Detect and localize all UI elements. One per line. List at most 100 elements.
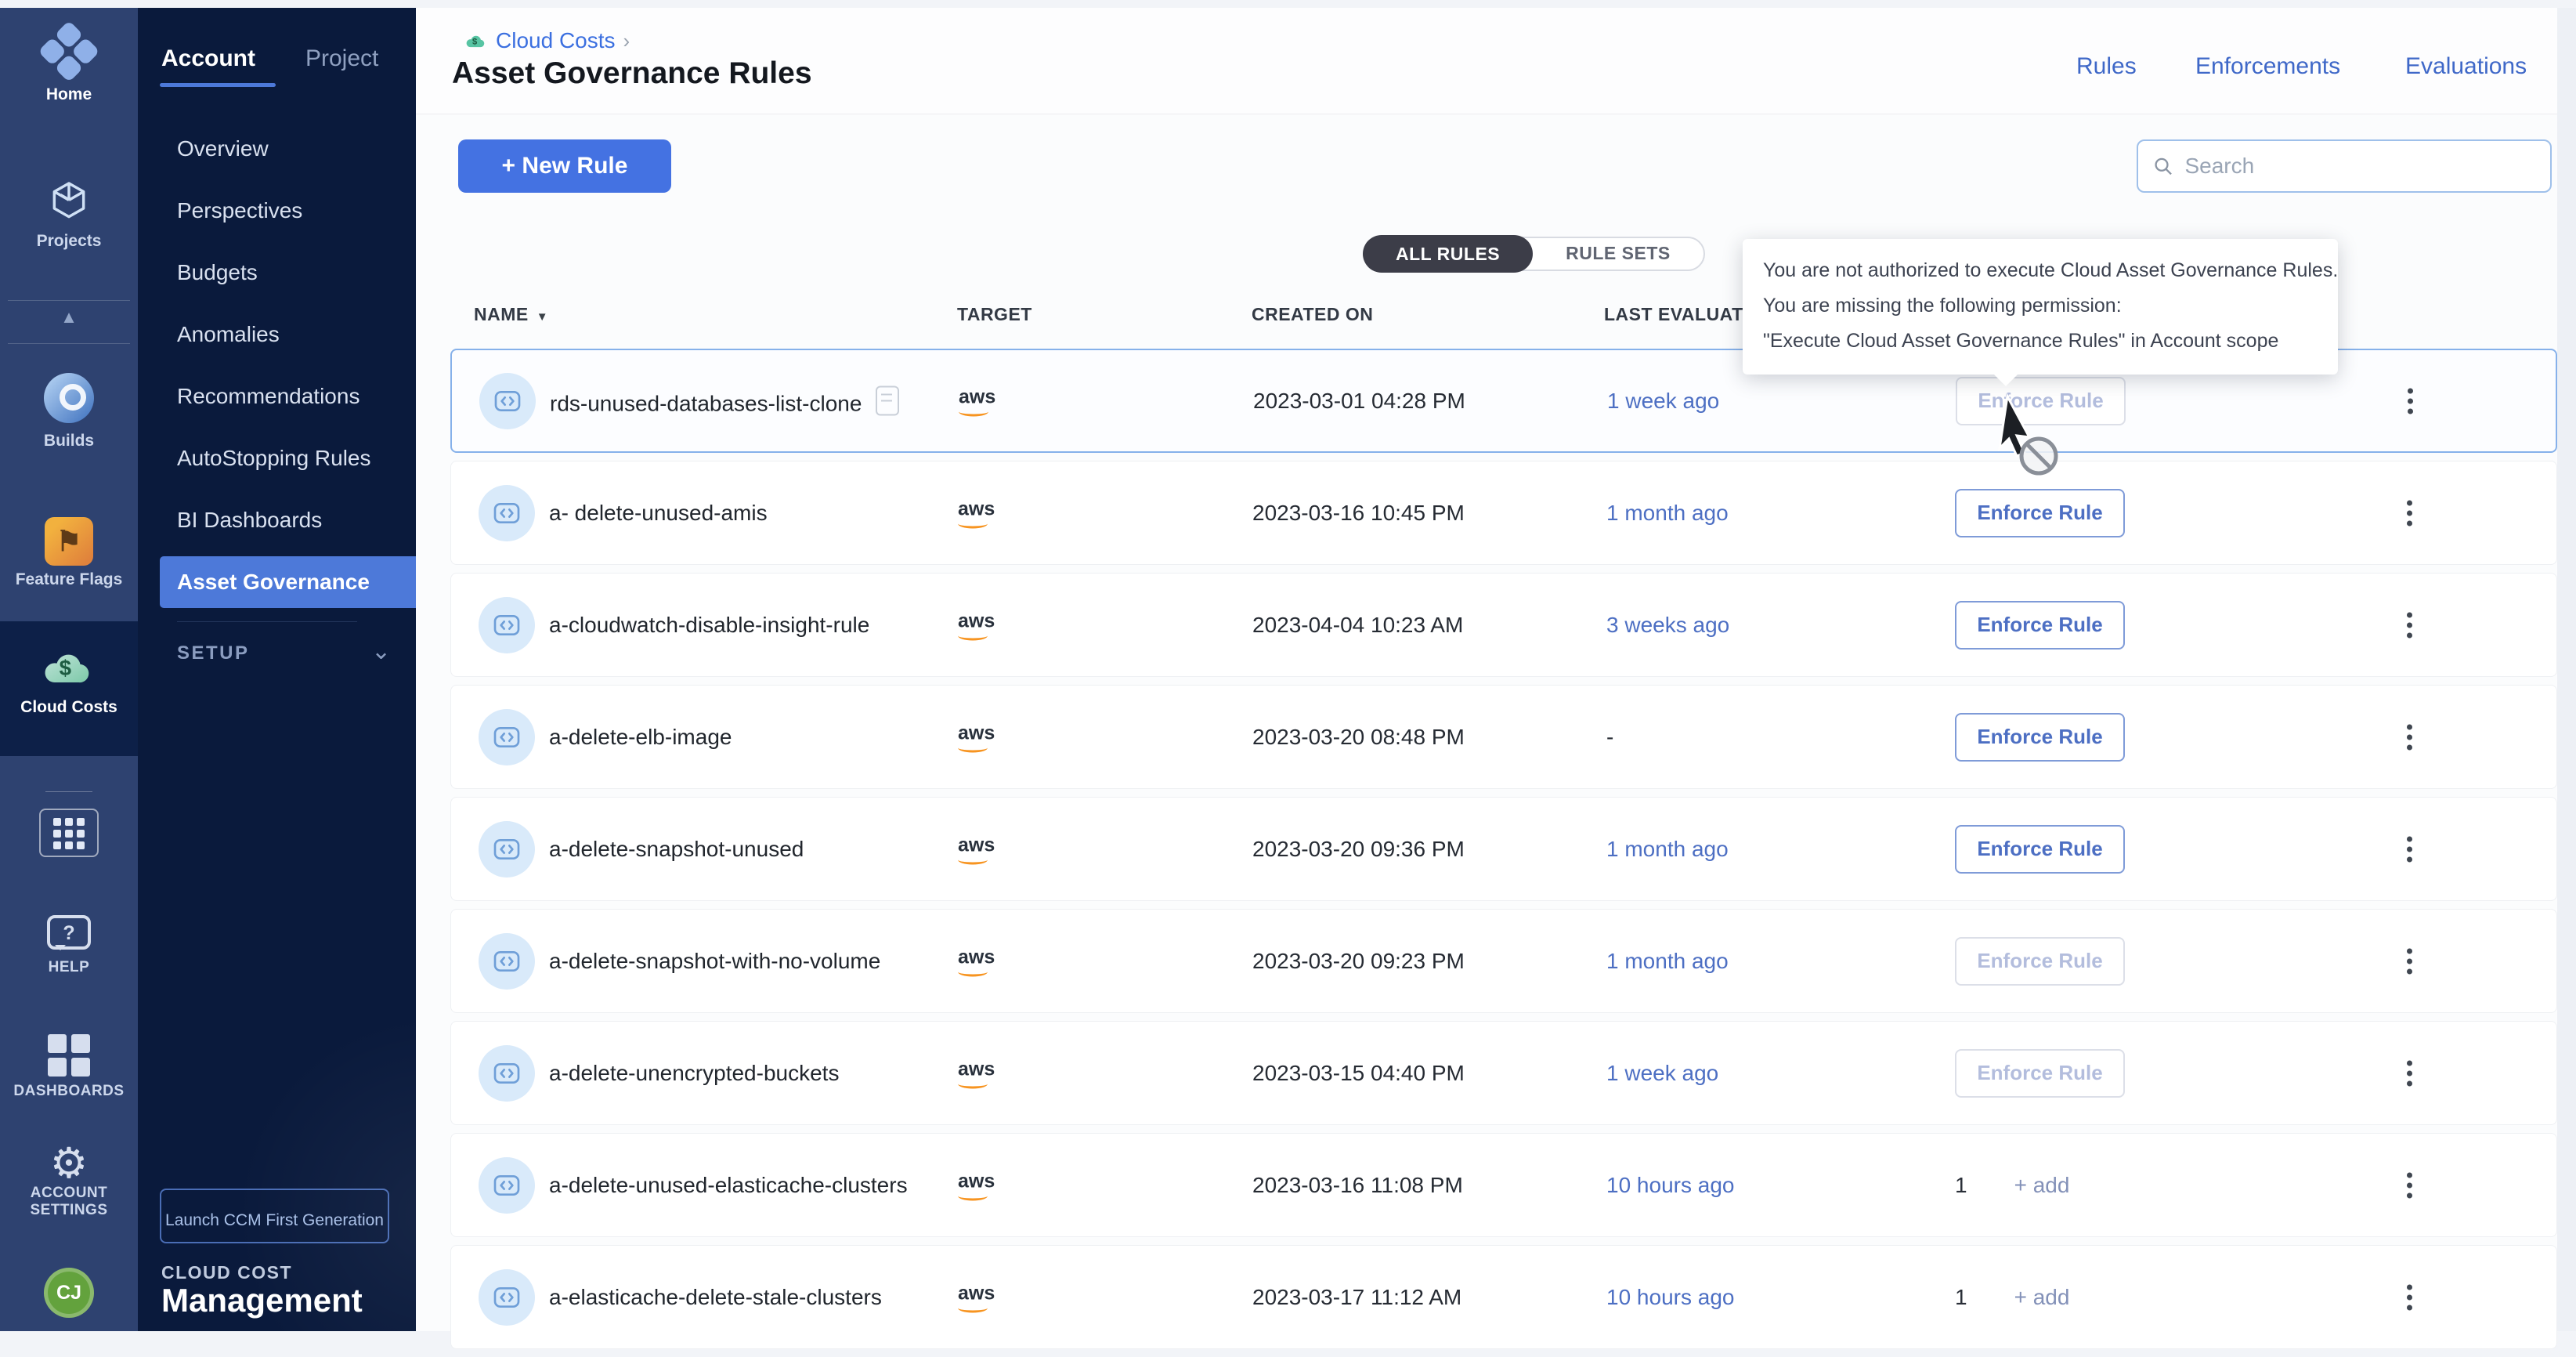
table-row[interactable]: a-delete-snapshot-unused aws 2023-03-20 … [450, 797, 2557, 901]
sidebar-item-label: HELP [0, 959, 138, 976]
tooltip-line: You are not authorized to execute Cloud … [1763, 253, 2318, 288]
flag-icon: ⚑ [45, 517, 93, 566]
add-enforcement-link[interactable]: + add [2014, 1173, 2070, 1198]
header-link-evaluations[interactable]: Evaluations [2405, 53, 2527, 80]
breadcrumb-link[interactable]: Cloud Costs [496, 28, 616, 53]
svg-text:$: $ [60, 656, 72, 680]
tab-project[interactable]: Project [305, 45, 378, 72]
sidebar-item-dashboards[interactable]: DASHBOARDS [0, 1034, 138, 1100]
main-content: $ Cloud Costs › Asset Governance Rules R… [416, 8, 2557, 1331]
sidebar-item-help[interactable]: ? HELP [0, 915, 138, 976]
svg-text:$: $ [472, 38, 478, 47]
enforcement-count-cell: 1 + add [1955, 1285, 2069, 1310]
avatar: CJ [44, 1268, 94, 1318]
table-row[interactable]: a-elasticache-delete-stale-clusters aws … [450, 1245, 2557, 1349]
enforce-rule-button[interactable]: Enforce Rule [1955, 713, 2125, 762]
row-menu-button[interactable] [2394, 607, 2425, 642]
column-header-name[interactable]: NAME▼ [474, 304, 548, 325]
sidebar-item-cloud-costs[interactable]: $ Cloud Costs [0, 644, 138, 717]
last-evaluation-link[interactable]: 1 week ago [1606, 1061, 1718, 1086]
sidebar-item-builds[interactable]: Builds [0, 373, 138, 451]
rule-name: a-delete-elb-image [549, 725, 732, 750]
sidebar-item-label: Feature Flags [0, 570, 138, 589]
enforce-rule-button[interactable]: Enforce Rule [1955, 601, 2125, 650]
breadcrumb[interactable]: $ Cloud Costs › [464, 28, 630, 53]
sidebar-item-feature-flags[interactable]: ⚑ Feature Flags [0, 517, 138, 589]
nav-item-autostopping-rules[interactable]: AutoStopping Rules [138, 427, 416, 489]
new-rule-button[interactable]: + New Rule [458, 139, 671, 193]
chevron-right-icon: › [623, 29, 630, 53]
last-evaluation-link[interactable]: 10 hours ago [1606, 1285, 1734, 1310]
last-evaluation-link[interactable]: 1 month ago [1606, 837, 1729, 862]
sidebar-item-projects[interactable]: Projects [0, 177, 138, 251]
rail-divider [8, 300, 130, 301]
enforce-rule-button[interactable]: Enforce Rule [1955, 937, 2125, 986]
row-menu-button[interactable] [2394, 1279, 2425, 1315]
add-enforcement-link[interactable]: + add [2014, 1285, 2070, 1310]
nav-item-budgets[interactable]: Budgets [138, 241, 416, 303]
user-avatar[interactable]: CJ [0, 1268, 138, 1318]
cloud-costs-breadcrumb-icon: $ [464, 31, 488, 50]
sidebar-item-label: ACCOUNT [0, 1185, 138, 1202]
gear-icon: ⚙ [50, 1140, 88, 1187]
row-menu-button[interactable] [2394, 383, 2426, 418]
last-evaluation-link[interactable]: 1 week ago [1607, 389, 1719, 414]
nav-item-perspectives[interactable]: Perspectives [138, 179, 416, 241]
row-menu-button[interactable] [2394, 495, 2425, 530]
row-menu-button[interactable] [2394, 943, 2425, 979]
rule-icon [479, 485, 535, 541]
nav-item-asset-governance[interactable]: Asset Governance [160, 556, 416, 608]
search-box[interactable] [2137, 139, 2552, 193]
tab-active-underline [160, 83, 276, 87]
table-row[interactable]: a-delete-unused-elasticache-clusters aws… [450, 1133, 2557, 1237]
nav-item-recommendations[interactable]: Recommendations [138, 365, 416, 427]
created-on-value: 2023-03-15 04:40 PM [1252, 1061, 1465, 1086]
nav-item-bi-dashboards[interactable]: BI Dashboards [138, 489, 416, 551]
chevron-down-icon[interactable]: ⌄ [371, 638, 391, 665]
enforce-rule-button[interactable]: Enforce Rule [1955, 1049, 2125, 1098]
row-menu-button[interactable] [2394, 831, 2425, 867]
rule-icon [479, 1045, 535, 1102]
rule-name: a- delete-unused-amis [549, 501, 768, 526]
row-menu-button[interactable] [2394, 1055, 2425, 1091]
created-on-value: 2023-04-04 10:23 AM [1252, 613, 1463, 638]
search-input[interactable] [2184, 154, 2536, 179]
table-row[interactable]: a-cloudwatch-disable-insight-rule aws 20… [450, 573, 2557, 677]
last-evaluation-link[interactable]: 1 month ago [1606, 501, 1729, 526]
header-link-rules[interactable]: Rules [2076, 53, 2137, 80]
created-on-value: 2023-03-17 11:12 AM [1252, 1285, 1461, 1310]
toggle-rule-sets[interactable]: RULE SETS [1533, 237, 1703, 271]
rule-icon [479, 373, 536, 429]
scrollbar-strip[interactable] [2557, 8, 2576, 1331]
tab-account[interactable]: Account [161, 45, 255, 72]
created-on-value: 2023-03-16 10:45 PM [1252, 501, 1465, 526]
sidebar-item-account-settings[interactable]: ⚙ ACCOUNT SETTINGS [0, 1142, 138, 1219]
nav-item-anomalies[interactable]: Anomalies [138, 303, 416, 365]
enforce-rule-button[interactable]: Enforce Rule [1955, 825, 2125, 874]
table-row[interactable]: a-delete-unencrypted-buckets aws 2023-03… [450, 1021, 2557, 1125]
header-link-enforcements[interactable]: Enforcements [2195, 53, 2340, 80]
toggle-all-rules[interactable]: ALL RULES [1363, 235, 1533, 273]
last-evaluation-link[interactable]: 1 month ago [1606, 949, 1729, 974]
row-menu-button[interactable] [2394, 719, 2425, 754]
table-row[interactable]: a- delete-unused-amis aws 2023-03-16 10:… [450, 461, 2557, 565]
rule-name: a-elasticache-delete-stale-clusters [549, 1285, 882, 1310]
last-evaluation-link[interactable]: 3 weeks ago [1606, 613, 1729, 638]
tooltip-caret [1993, 374, 2018, 386]
copy-icon[interactable] [876, 385, 899, 415]
rules-view-toggle: ALL RULES RULE SETS [1363, 237, 1705, 271]
rail-collapse-arrow-icon[interactable]: ▲ [0, 307, 138, 327]
created-on-value: 2023-03-16 11:08 PM [1252, 1173, 1463, 1198]
enforcement-count-cell: 1 + add [1955, 1173, 2069, 1198]
last-evaluation-link[interactable]: 10 hours ago [1606, 1173, 1734, 1198]
launch-ccm-first-gen-button[interactable]: Launch CCM First Generation [160, 1189, 389, 1243]
nav-item-overview[interactable]: Overview [138, 118, 416, 179]
table-row[interactable]: a-delete-elb-image aws 2023-03-20 08:48 … [450, 685, 2557, 789]
enforce-rule-button[interactable]: Enforce Rule [1955, 489, 2125, 537]
last-evaluation-link: - [1606, 725, 1613, 750]
table-row[interactable]: a-delete-snapshot-with-no-volume aws 202… [450, 909, 2557, 1013]
row-menu-button[interactable] [2394, 1167, 2425, 1203]
nav-setup-label[interactable]: SETUP [177, 642, 250, 664]
module-picker-button[interactable] [0, 809, 138, 857]
sidebar-item-home[interactable]: Home [0, 28, 138, 104]
